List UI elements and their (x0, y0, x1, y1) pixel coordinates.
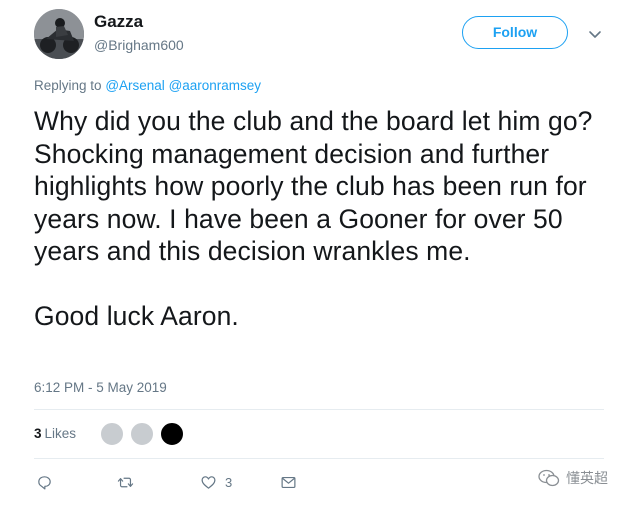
chevron-down-icon[interactable] (585, 24, 605, 44)
liker-avatar[interactable] (130, 422, 154, 446)
divider (34, 409, 604, 410)
tweet-text: Why did you the club and the board let h… (34, 106, 593, 331)
tweet-timestamp[interactable]: 6:12 PM - 5 May 2019 (34, 380, 167, 395)
liker-avatar[interactable] (160, 422, 184, 446)
retweet-icon (117, 477, 134, 487)
watermark: 懂英超 (538, 468, 608, 488)
envelope-icon (281, 476, 296, 488)
divider (34, 458, 604, 459)
user-handle[interactable]: @Brigham600 (94, 37, 184, 53)
reply-context: Replying to @Arsenal @aaronramsey (34, 78, 261, 93)
likes-label: Likes (44, 426, 77, 441)
heart-icon (201, 475, 216, 489)
user-name[interactable]: Gazza (94, 12, 143, 32)
reply-prefix: Replying to (34, 78, 102, 93)
watermark-text: 懂英超 (566, 470, 608, 486)
like-count: 3 (225, 474, 233, 490)
likes-stat[interactable]: 3 Likes (34, 426, 76, 441)
mention-link[interactable]: @Arsenal (105, 78, 164, 93)
retweet-button[interactable] (117, 472, 134, 492)
follow-button[interactable]: Follow (462, 16, 568, 49)
like-button[interactable]: 3 (200, 472, 232, 492)
motorcycle-photo (34, 9, 84, 59)
wechat-icon (538, 469, 560, 487)
reply-button[interactable] (36, 472, 53, 492)
direct-message-button[interactable] (280, 472, 297, 492)
reply-icon (38, 475, 51, 489)
avatar[interactable] (34, 9, 84, 59)
mention-link[interactable]: @aaronramsey (169, 78, 262, 93)
liker-avatar[interactable] (100, 422, 124, 446)
likes-count: 3 (34, 426, 42, 441)
